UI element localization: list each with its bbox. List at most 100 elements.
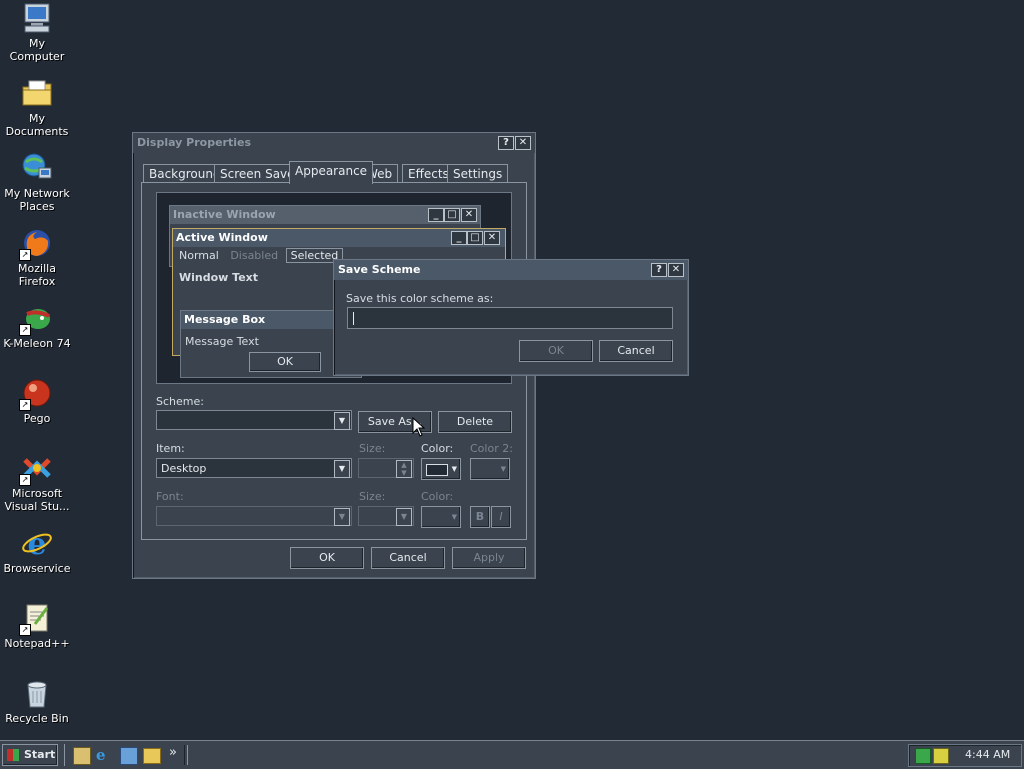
cancel-button[interactable]: Cancel bbox=[371, 547, 445, 569]
italic-toggle[interactable]: I bbox=[491, 506, 511, 528]
desktop-icon-mozilla-firefox[interactable]: ↗ Mozilla Firefox bbox=[0, 227, 74, 288]
maximize-icon: □ bbox=[467, 231, 483, 245]
show-desktop-icon[interactable] bbox=[73, 747, 91, 765]
chevron-down-icon: ▼ bbox=[451, 513, 457, 521]
scheme-dropdown[interactable]: ▼ bbox=[156, 410, 352, 430]
network-tray-icon[interactable] bbox=[915, 748, 931, 764]
pego-icon: ↗ bbox=[19, 377, 53, 411]
shortcut-arrow-icon: ↗ bbox=[19, 624, 31, 636]
scheme-label: Scheme: bbox=[156, 395, 204, 408]
desktop-icon-label: Recycle Bin bbox=[5, 712, 69, 725]
shortcut-arrow-icon: ↗ bbox=[19, 324, 31, 336]
preview-msgbox-title: Message Box bbox=[184, 313, 266, 326]
apply-button[interactable]: Apply bbox=[452, 547, 526, 569]
more-chevron-icon[interactable]: » bbox=[169, 745, 177, 760]
delete-button[interactable]: Delete bbox=[438, 411, 512, 433]
internet-explorer-icon: e bbox=[21, 527, 53, 562]
minimize-icon: _ bbox=[451, 231, 467, 245]
folder-icon[interactable] bbox=[143, 748, 161, 764]
desktop-icon-my-computer[interactable]: My Computer bbox=[0, 2, 74, 63]
ok-button[interactable]: OK bbox=[290, 547, 364, 569]
save-scheme-dialog: Save Scheme ? ✕ Save this color scheme a… bbox=[333, 259, 689, 376]
desktop-icon-label: Browservice bbox=[3, 562, 71, 575]
desktop-icon-my-network-places[interactable]: My Network Places bbox=[0, 152, 74, 213]
item-size-spinner[interactable]: ▲ ▼ bbox=[358, 458, 414, 478]
chevron-down-icon: ▼ bbox=[500, 465, 506, 473]
item-value: Desktop bbox=[161, 462, 207, 475]
preview-msgbox-text: Message Text bbox=[185, 335, 259, 348]
display-properties-titlebar[interactable]: Display Properties ? ✕ bbox=[133, 133, 535, 153]
internet-explorer-icon[interactable]: e bbox=[96, 746, 106, 764]
preview-menu-disabled: Disabled bbox=[230, 249, 279, 262]
shortcut-arrow-icon: ↗ bbox=[19, 249, 31, 261]
close-button[interactable]: ✕ bbox=[668, 263, 684, 277]
help-button[interactable]: ? bbox=[498, 136, 514, 150]
item-color2-picker[interactable]: ▼ bbox=[470, 458, 510, 480]
desktop-icon-pego[interactable]: ↗ Pego bbox=[0, 377, 74, 425]
recycle-bin-icon bbox=[21, 677, 53, 709]
chevron-down-icon: ▼ bbox=[334, 508, 350, 526]
chevron-down-icon: ▼ bbox=[396, 508, 412, 526]
desktop-icon-label: Pego bbox=[23, 412, 51, 425]
color-label: Color: bbox=[421, 442, 454, 455]
item-dropdown[interactable]: Desktop ▼ bbox=[156, 458, 352, 478]
window-title: Display Properties bbox=[137, 136, 252, 149]
preview-active-titlebar: Active Window _ □ ✕ bbox=[173, 229, 505, 247]
spinner-arrows-icon: ▲ ▼ bbox=[396, 460, 412, 478]
outlook-icon[interactable] bbox=[120, 747, 138, 765]
chevron-down-icon[interactable]: ▼ bbox=[334, 412, 350, 430]
documents-folder-icon bbox=[21, 77, 53, 109]
color2-label: Color 2: bbox=[470, 442, 513, 455]
font-size-label: Size: bbox=[359, 490, 386, 503]
font-dropdown[interactable]: ▼ bbox=[156, 506, 352, 526]
font-color-picker[interactable]: ▼ bbox=[421, 506, 461, 528]
desktop-icon-my-documents[interactable]: My Documents bbox=[0, 77, 74, 138]
desktop-icon-label: My Documents bbox=[5, 112, 69, 138]
item-color-picker[interactable]: ▼ bbox=[421, 458, 461, 480]
computer-icon bbox=[21, 2, 53, 34]
item-label: Item: bbox=[156, 442, 185, 455]
desktop-icon-visual-studio[interactable]: ↗ Microsoft Visual Stu... bbox=[0, 452, 74, 513]
chevron-down-icon[interactable]: ▼ bbox=[334, 460, 350, 478]
tray-app-icon[interactable] bbox=[933, 748, 949, 764]
save-scheme-ok-button[interactable]: OK bbox=[519, 340, 593, 362]
close-icon: ✕ bbox=[461, 208, 477, 222]
desktop-icon-recycle-bin[interactable]: Recycle Bin bbox=[0, 677, 74, 725]
color-swatch bbox=[426, 464, 448, 476]
shortcut-arrow-icon: ↗ bbox=[19, 399, 31, 411]
font-size-dropdown[interactable]: ▼ bbox=[358, 506, 414, 526]
quick-launch: e » bbox=[64, 744, 183, 766]
preview-menu: Normal Disabled Selected bbox=[179, 248, 344, 263]
firefox-icon: ↗ bbox=[19, 227, 53, 261]
save-scheme-prompt: Save this color scheme as: bbox=[346, 292, 494, 305]
save-scheme-titlebar[interactable]: Save Scheme ? ✕ bbox=[334, 260, 688, 280]
help-button[interactable]: ? bbox=[651, 263, 667, 277]
desktop-icon-browservice[interactable]: e Browservice bbox=[0, 527, 74, 575]
size-label: Size: bbox=[359, 442, 386, 455]
scheme-name-input[interactable] bbox=[347, 307, 673, 329]
maximize-icon: □ bbox=[444, 208, 460, 222]
desktop-icon-k-meleon[interactable]: ↗ K-Meleon 74 bbox=[0, 302, 74, 350]
svg-text:e: e bbox=[27, 527, 46, 559]
save-scheme-cancel-button[interactable]: Cancel bbox=[599, 340, 673, 362]
clock[interactable]: 4:44 AM bbox=[965, 748, 1010, 761]
tab-appearance[interactable]: Appearance bbox=[289, 161, 374, 184]
k-meleon-icon: ↗ bbox=[19, 302, 53, 336]
shortcut-arrow-icon: ↗ bbox=[19, 474, 31, 486]
close-button[interactable]: ✕ bbox=[515, 136, 531, 150]
bold-toggle[interactable]: B bbox=[470, 506, 490, 528]
chevron-down-icon: ▼ bbox=[451, 465, 457, 473]
preview-window-text: Window Text bbox=[179, 271, 259, 284]
taskbar: Start e » 4:44 AM bbox=[0, 740, 1024, 769]
start-button[interactable]: Start bbox=[2, 744, 58, 766]
preview-msgbox-ok: OK bbox=[249, 352, 321, 372]
desktop-icon-notepad-plus-plus[interactable]: ↗ Notepad++ bbox=[0, 602, 74, 650]
font-label: Font: bbox=[156, 490, 184, 503]
desktop-icon-label: Mozilla Firefox bbox=[18, 262, 56, 288]
font-color-label: Color: bbox=[421, 490, 454, 503]
desktop-icon-label: Notepad++ bbox=[4, 637, 70, 650]
tab-settings[interactable]: Settings bbox=[447, 164, 509, 183]
notepad-icon: ↗ bbox=[19, 602, 53, 636]
minimize-icon: _ bbox=[428, 208, 444, 222]
start-label: Start bbox=[24, 748, 56, 761]
